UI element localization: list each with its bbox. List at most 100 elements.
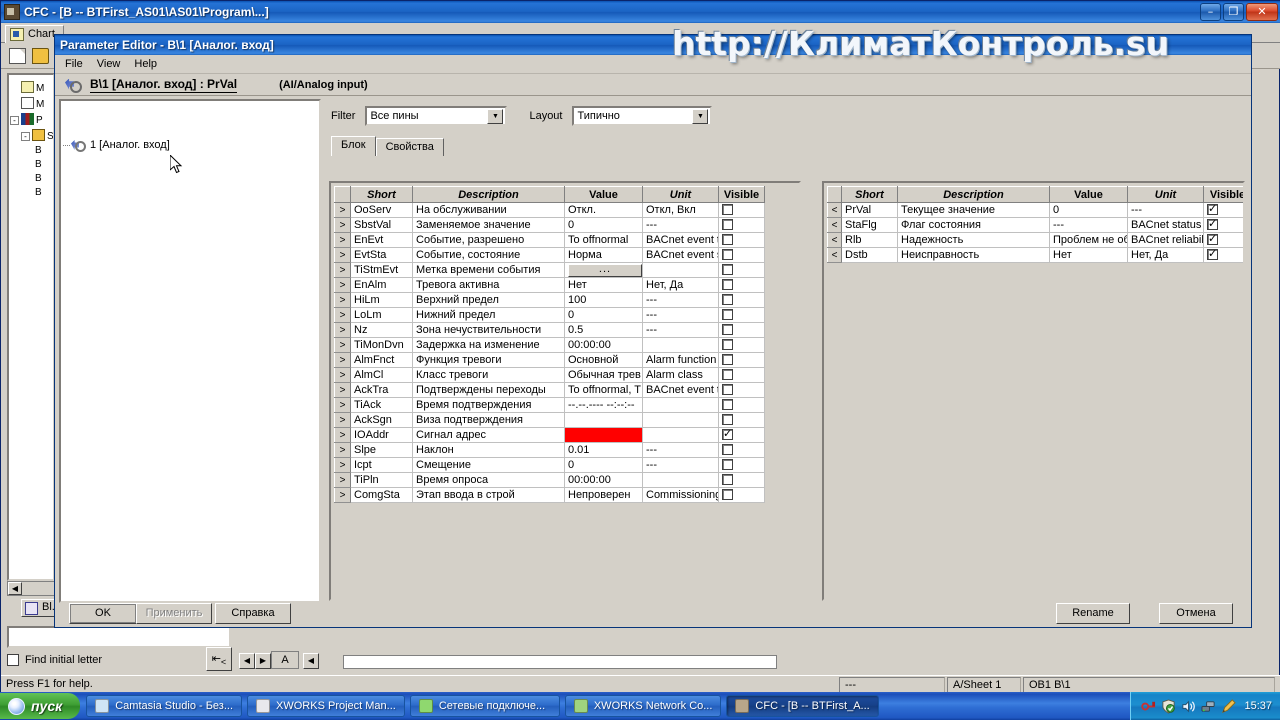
new-document-icon[interactable] xyxy=(9,47,26,64)
cell-unit[interactable] xyxy=(642,472,719,488)
parameter-tree-panel[interactable]: 1 [Аналог. вход] xyxy=(59,99,321,603)
cell-unit[interactable] xyxy=(642,397,719,413)
cell-unit[interactable]: BACnet event tr xyxy=(642,232,719,248)
row-direction-cell[interactable]: > xyxy=(334,337,351,353)
ok-button[interactable]: OK xyxy=(69,603,137,624)
cell-short[interactable]: AckSgn xyxy=(350,412,413,428)
table-row[interactable]: > TiStmEvt Метка времени события... xyxy=(334,262,765,278)
volume-icon[interactable] xyxy=(1181,699,1196,714)
cell-unit[interactable]: Commissioning xyxy=(642,487,719,503)
cell-value[interactable]: 0 xyxy=(564,217,643,233)
cell-value[interactable]: To offnormal xyxy=(564,232,643,248)
table-row[interactable]: < PrVal Текущее значение 0 --- xyxy=(827,202,1243,218)
taskbar-item-4[interactable]: CFC - [B -- BTFirst_A... xyxy=(726,695,879,717)
cell-value[interactable]: 0 xyxy=(1049,202,1128,218)
cell-value[interactable]: 00:00:00 xyxy=(564,472,643,488)
menu-file[interactable]: File xyxy=(65,58,83,70)
sheet-next-button[interactable]: ▶ xyxy=(255,653,271,669)
cell-description[interactable]: Надежность xyxy=(897,232,1050,248)
cell-description[interactable]: Сигнал адрес xyxy=(412,427,565,443)
table-row[interactable]: > TiAck Время подтверждения --.--.---- --:-… xyxy=(334,397,765,413)
row-direction-cell[interactable]: > xyxy=(334,292,351,308)
cell-short[interactable]: OoServ xyxy=(350,202,413,218)
cell-description[interactable]: Тревога активна xyxy=(412,277,565,293)
minimize-button[interactable]: – xyxy=(1200,3,1221,21)
row-direction-cell[interactable]: > xyxy=(334,412,351,428)
cell-visible[interactable] xyxy=(718,217,765,233)
table-row[interactable]: > ComgSta Этап ввода в строй Непроверен Comm… xyxy=(334,487,765,503)
chevron-down-icon[interactable]: ▼ xyxy=(692,109,709,124)
tree-node-program[interactable]: -P xyxy=(10,113,43,126)
cell-short[interactable]: PrVal xyxy=(841,202,898,218)
cell-description[interactable]: Событие, разрешено xyxy=(412,232,565,248)
rename-button[interactable]: Rename xyxy=(1056,603,1130,624)
cell-description[interactable]: Задержка на изменение xyxy=(412,337,565,353)
row-direction-cell[interactable]: > xyxy=(334,442,351,458)
cell-unit[interactable] xyxy=(642,412,719,428)
cell-visible[interactable] xyxy=(718,472,765,488)
row-direction-cell[interactable]: < xyxy=(827,232,842,248)
cell-value[interactable]: Нет xyxy=(564,277,643,293)
cell-unit[interactable]: --- xyxy=(642,457,719,473)
cell-value[interactable]: ... xyxy=(564,262,643,278)
cell-short[interactable]: Icpt xyxy=(350,457,413,473)
cancel-button[interactable]: Отмена xyxy=(1159,603,1233,624)
cell-short[interactable]: Nz xyxy=(350,322,413,338)
cell-description[interactable]: Текущее значение xyxy=(897,202,1050,218)
row-direction-cell[interactable]: > xyxy=(334,277,351,293)
cell-visible[interactable] xyxy=(1203,232,1243,248)
taskbar-item-1[interactable]: XWORKS Project Man... xyxy=(247,695,405,717)
cell-unit[interactable] xyxy=(642,262,719,278)
cell-short[interactable]: TiStmEvt xyxy=(350,262,413,278)
table-row[interactable]: > AlmFnct Функция тревоги Основной Alarm fun… xyxy=(334,352,765,368)
cell-short[interactable]: ComgSta xyxy=(350,487,413,503)
search-input[interactable] xyxy=(7,626,231,648)
cell-value[interactable]: Обычная трев xyxy=(564,367,643,383)
menu-help[interactable]: Help xyxy=(134,58,157,70)
row-direction-cell[interactable]: > xyxy=(334,487,351,503)
cell-unit[interactable]: --- xyxy=(642,307,719,323)
project-tree-panel[interactable]: M M -P -S B B B B xyxy=(7,73,55,581)
close-button[interactable]: ✕ xyxy=(1246,3,1278,21)
row-direction-cell[interactable]: > xyxy=(334,352,351,368)
col-description[interactable]: Description xyxy=(897,186,1050,203)
cell-unit[interactable]: --- xyxy=(642,322,719,338)
cell-visible[interactable] xyxy=(718,412,765,428)
cell-visible[interactable] xyxy=(718,277,765,293)
visible-checkbox[interactable] xyxy=(722,233,733,245)
cell-description[interactable]: Наклон xyxy=(412,442,565,458)
cell-short[interactable]: Slpe xyxy=(350,442,413,458)
cell-value[interactable]: 0 xyxy=(564,307,643,323)
sheet-prev-button[interactable]: ◀ xyxy=(239,653,255,669)
row-direction-cell[interactable]: > xyxy=(334,397,351,413)
table-row[interactable]: > OoServ На обслуживании Откл. Откл, Вкл xyxy=(334,202,765,218)
cell-visible[interactable] xyxy=(1203,247,1243,263)
col-visible[interactable]: Visible xyxy=(1203,186,1243,203)
visible-checkbox[interactable] xyxy=(722,368,733,380)
visible-checkbox[interactable] xyxy=(722,398,733,410)
cell-description[interactable]: Смещение xyxy=(412,457,565,473)
pencil-icon[interactable] xyxy=(1221,698,1237,714)
row-direction-cell[interactable]: > xyxy=(334,427,351,443)
scroll-left-arrow[interactable]: ◀ xyxy=(8,582,22,595)
visible-checkbox[interactable] xyxy=(722,263,733,275)
visible-checkbox[interactable] xyxy=(722,308,733,320)
cell-short[interactable]: AlmFnct xyxy=(350,352,413,368)
col-unit[interactable]: Unit xyxy=(1127,186,1204,203)
start-button[interactable]: пуск xyxy=(0,693,81,719)
cell-unit[interactable]: --- xyxy=(642,442,719,458)
cell-visible[interactable] xyxy=(718,397,765,413)
find-initial-letter-checkbox[interactable] xyxy=(7,654,19,666)
table-row[interactable]: > EnEvt Событие, разрешено To offnormal BACn… xyxy=(334,232,765,248)
visible-checkbox[interactable] xyxy=(722,353,733,365)
visible-checkbox[interactable] xyxy=(722,278,733,290)
cell-description[interactable]: Верхний предел xyxy=(412,292,565,308)
cell-value[interactable]: --.--.---- --:--:-- xyxy=(564,397,643,413)
sheet-tab-a[interactable]: A xyxy=(271,651,299,669)
row-direction-cell[interactable]: > xyxy=(334,247,351,263)
cell-short[interactable]: Dstb xyxy=(841,247,898,263)
table-row[interactable]: > SbstVal Заменяемое значение 0 --- xyxy=(334,217,765,233)
cell-description[interactable]: Событие, состояние xyxy=(412,247,565,263)
cell-unit[interactable]: BACnet reliabilit xyxy=(1127,232,1204,248)
table-row[interactable]: > IOAddr Сигнал адрес xyxy=(334,427,765,443)
